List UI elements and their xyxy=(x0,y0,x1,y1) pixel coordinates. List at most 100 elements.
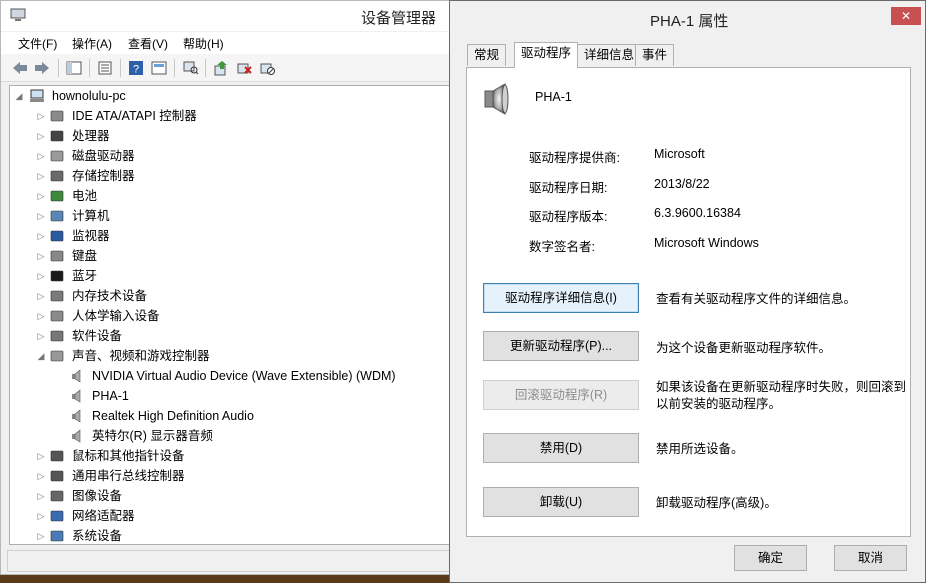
tree-category[interactable]: ▷ 磁盘驱动器 xyxy=(14,146,434,166)
expand-arrow-icon[interactable]: ▷ xyxy=(36,106,46,126)
disable-button[interactable]: 禁用(D) xyxy=(483,433,639,463)
expand-arrow-icon[interactable]: ▷ xyxy=(36,206,46,226)
software-device-icon xyxy=(50,330,64,342)
tree-category[interactable]: ◢ 声音、视频和游戏控制器 xyxy=(14,346,434,366)
tree-category[interactable]: ▷ IDE ATA/ATAPI 控制器 xyxy=(14,106,434,126)
tree-category[interactable]: ▷ 存储控制器 xyxy=(14,166,434,186)
provider-value: Microsoft xyxy=(654,147,705,161)
battery-icon xyxy=(50,190,64,202)
tree-device-item[interactable]: PHA-1 xyxy=(14,386,434,406)
computer-icon xyxy=(30,89,44,102)
expand-arrow-icon[interactable]: ▷ xyxy=(36,146,46,166)
menu-file[interactable]: 文件(F) xyxy=(18,35,57,52)
tree-category[interactable]: ▷ 内存技术设备 xyxy=(14,286,434,306)
window-title: 设备管理器 xyxy=(361,10,437,27)
expand-arrow-icon[interactable]: ▷ xyxy=(36,286,46,306)
speaker-icon xyxy=(72,389,81,403)
forward-arrow-icon[interactable] xyxy=(33,59,51,77)
expand-arrow-icon[interactable]: ▷ xyxy=(36,326,46,346)
menu-view[interactable]: 查看(V) xyxy=(128,35,168,52)
tree-category[interactable]: ▷ 软件设备 xyxy=(14,326,434,346)
close-button[interactable]: ✕ xyxy=(891,7,921,25)
expand-arrow-icon[interactable]: ▷ xyxy=(36,166,46,186)
tree-device-label: Realtek High Definition Audio xyxy=(92,409,254,423)
expand-arrow-icon[interactable]: ▷ xyxy=(36,486,46,506)
system-device-icon xyxy=(50,530,64,542)
tree-category[interactable]: ▷ 人体学输入设备 xyxy=(14,306,434,326)
menu-action[interactable]: 操作(A) xyxy=(72,35,112,52)
properties-icon[interactable] xyxy=(96,59,114,77)
roll-back-driver-desc: 如果该设备在更新驱动程序时失败，则回滚到以前安装的驱动程序。 xyxy=(656,380,907,411)
update-driver-icon[interactable] xyxy=(212,59,230,77)
expand-arrow-icon[interactable]: ▷ xyxy=(36,466,46,486)
tree-device-item[interactable]: Realtek High Definition Audio xyxy=(14,406,434,426)
camera-icon xyxy=(50,490,64,502)
driver-details-button[interactable]: 驱动程序详细信息(I) xyxy=(483,283,639,313)
expand-arrow-icon[interactable]: ▷ xyxy=(36,266,46,286)
collapse-arrow-icon[interactable]: ◢ xyxy=(14,86,24,106)
storage-controller-icon xyxy=(50,170,64,182)
tree-category-label: 图像设备 xyxy=(72,489,123,503)
help-icon[interactable]: ? xyxy=(127,59,145,77)
tab-details[interactable]: 详细信息 xyxy=(577,44,642,66)
tree-category[interactable]: ▷ 通用串行总线控制器 xyxy=(14,466,434,486)
scan-hardware-icon[interactable] xyxy=(182,59,200,77)
status-bar xyxy=(7,550,451,572)
keyboard-icon xyxy=(50,250,64,262)
tree-category[interactable]: ▷ 键盘 xyxy=(14,246,434,266)
version-label: 驱动程序版本: xyxy=(529,210,608,224)
menu-help[interactable]: 帮助(H) xyxy=(183,35,224,52)
tab-general[interactable]: 常规 xyxy=(467,44,507,66)
tree-category[interactable]: ▷ 蓝牙 xyxy=(14,266,434,286)
tree-category[interactable]: ▷ 网络适配器 xyxy=(14,506,434,526)
tree-category[interactable]: ▷ 系统设备 xyxy=(14,526,434,544)
show-hidden-icon[interactable] xyxy=(150,59,168,77)
tree-category-label: 存储控制器 xyxy=(72,169,135,183)
tree-category-label: 人体学输入设备 xyxy=(72,309,160,323)
update-driver-button[interactable]: 更新驱动程序(P)... xyxy=(483,331,639,361)
signer-label: 数字签名者: xyxy=(529,240,595,254)
tree-root[interactable]: ◢ hownolulu-pc xyxy=(14,86,434,106)
ok-button[interactable]: 确定 xyxy=(734,545,807,571)
expand-arrow-icon[interactable]: ▷ xyxy=(36,306,46,326)
tree-category-label: 键盘 xyxy=(72,249,98,263)
tree-device-item[interactable]: NVIDIA Virtual Audio Device (Wave Extens… xyxy=(14,366,434,386)
title-bar: 设备管理器 xyxy=(1,1,469,31)
provider-label: 驱动程序提供商: xyxy=(529,151,620,165)
tree-category[interactable]: ▷ 图像设备 xyxy=(14,486,434,506)
back-arrow-icon[interactable] xyxy=(11,59,29,77)
collapse-arrow-icon[interactable]: ◢ xyxy=(36,346,46,366)
tree-category[interactable]: ▷ 电池 xyxy=(14,186,434,206)
tab-driver[interactable]: 驱动程序 xyxy=(514,42,579,68)
monitor-icon xyxy=(50,230,64,242)
tree-category-label: 电池 xyxy=(72,189,98,203)
expand-arrow-icon[interactable]: ▷ xyxy=(36,126,46,146)
tree-category[interactable]: ▷ 处理器 xyxy=(14,126,434,146)
disk-drive-icon xyxy=(50,150,64,162)
expand-arrow-icon[interactable]: ▷ xyxy=(36,526,46,544)
date-label: 驱动程序日期: xyxy=(529,181,608,195)
uninstall-device-icon[interactable] xyxy=(235,59,253,77)
tree-category-label: 软件设备 xyxy=(72,329,123,343)
speaker-icon xyxy=(72,369,81,383)
expand-arrow-icon[interactable]: ▷ xyxy=(36,186,46,206)
device-name: PHA-1 xyxy=(535,90,572,104)
expand-arrow-icon[interactable]: ▷ xyxy=(36,246,46,266)
bluetooth-icon xyxy=(50,270,64,282)
tab-events[interactable]: 事件 xyxy=(635,44,675,66)
tree-category-label: 声音、视频和游戏控制器 xyxy=(72,349,210,363)
tree-category[interactable]: ▷ 鼠标和其他指针设备 xyxy=(14,446,434,466)
disable-desc: 禁用所选设备。 xyxy=(656,442,744,456)
expand-arrow-icon[interactable]: ▷ xyxy=(36,446,46,466)
tree-category[interactable]: ▷ 监视器 xyxy=(14,226,434,246)
tree-device-item[interactable]: 英特尔(R) 显示器音频 xyxy=(14,426,434,446)
expand-arrow-icon[interactable]: ▷ xyxy=(36,506,46,526)
console-tree-icon[interactable] xyxy=(65,59,83,77)
expand-arrow-icon[interactable]: ▷ xyxy=(36,226,46,246)
cancel-button[interactable]: 取消 xyxy=(834,545,907,571)
tree-category[interactable]: ▷ 计算机 xyxy=(14,206,434,226)
disable-device-icon[interactable] xyxy=(258,59,276,77)
version-value: 6.3.9600.16384 xyxy=(654,206,741,220)
device-tree[interactable]: ◢ hownolulu-pc ▷ IDE ATA/ATAPI 控制器 ▷ 处理器 ▷ 磁盘… xyxy=(9,85,451,545)
uninstall-button[interactable]: 卸载(U) xyxy=(483,487,639,517)
